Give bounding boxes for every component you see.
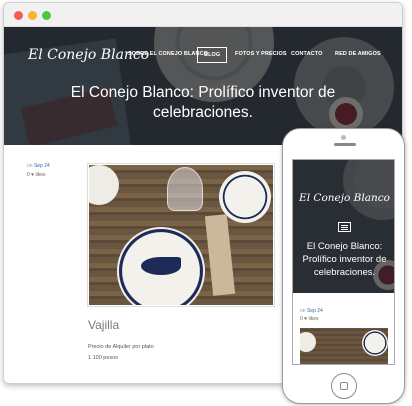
close-window-button[interactable] <box>14 11 23 20</box>
main-nav: El Conejo Blanco SOBRE EL CONEJO BLANCO … <box>4 43 402 71</box>
phone-post-image[interactable] <box>300 328 388 364</box>
phone-post-meta: on Sep 24 0 ♥ likes <box>300 307 323 323</box>
phone-hero: El Conejo Blanco El Conejo Blanco: Prolí… <box>293 160 394 293</box>
post-price-label: Precio de Alquiler por plato <box>88 344 154 350</box>
post-date-link[interactable]: Sep 24 <box>34 163 50 169</box>
nav-item-contacto[interactable]: CONTACTO <box>285 47 328 61</box>
phone-mockup: El Conejo Blanco El Conejo Blanco: Prolí… <box>282 128 405 404</box>
plate-image <box>362 330 388 356</box>
post-meta: on Sep 24 0 ♥ likes <box>27 162 50 180</box>
post-title[interactable]: Vajilla <box>88 318 119 332</box>
phone-post-date-link[interactable]: Sep 24 <box>307 308 323 314</box>
heart-icon[interactable]: ♥ <box>304 316 307 322</box>
post-on-label: on <box>27 163 33 169</box>
heart-icon[interactable]: ♥ <box>31 172 34 178</box>
nav-item-fotos-precios[interactable]: FOTOS Y PRECIOS <box>229 47 293 61</box>
bird-illustration <box>141 257 181 275</box>
phone-site-logo[interactable]: El Conejo Blanco <box>293 192 394 204</box>
nav-item-blog[interactable]: BLOG <box>197 47 228 63</box>
speaker-grille <box>334 143 356 146</box>
glass-image <box>167 167 203 211</box>
post-price-value: 1 100 pesos <box>88 355 118 361</box>
phone-screen: El Conejo Blanco El Conejo Blanco: Prolí… <box>292 159 395 365</box>
home-square-icon <box>340 382 348 390</box>
camera-icon <box>341 135 346 140</box>
phone-hero-title: El Conejo Blanco: Prolífico inventor de … <box>302 241 387 278</box>
browser-toolbar <box>4 3 402 27</box>
hamburger-menu-icon[interactable] <box>338 222 351 232</box>
post-image[interactable] <box>88 164 274 306</box>
phone-post-on-label: on <box>300 308 306 314</box>
home-button[interactable] <box>331 373 357 399</box>
phone-post-likes-label: likes <box>308 316 319 322</box>
post-likes-label: likes <box>35 172 46 178</box>
minimize-window-button[interactable] <box>28 11 37 20</box>
nav-item-red-amigos[interactable]: RED DE AMIGOS <box>329 47 387 61</box>
maximize-window-button[interactable] <box>42 11 51 20</box>
hero-title: El Conejo Blanco: Prolífico inventor de … <box>70 84 336 121</box>
